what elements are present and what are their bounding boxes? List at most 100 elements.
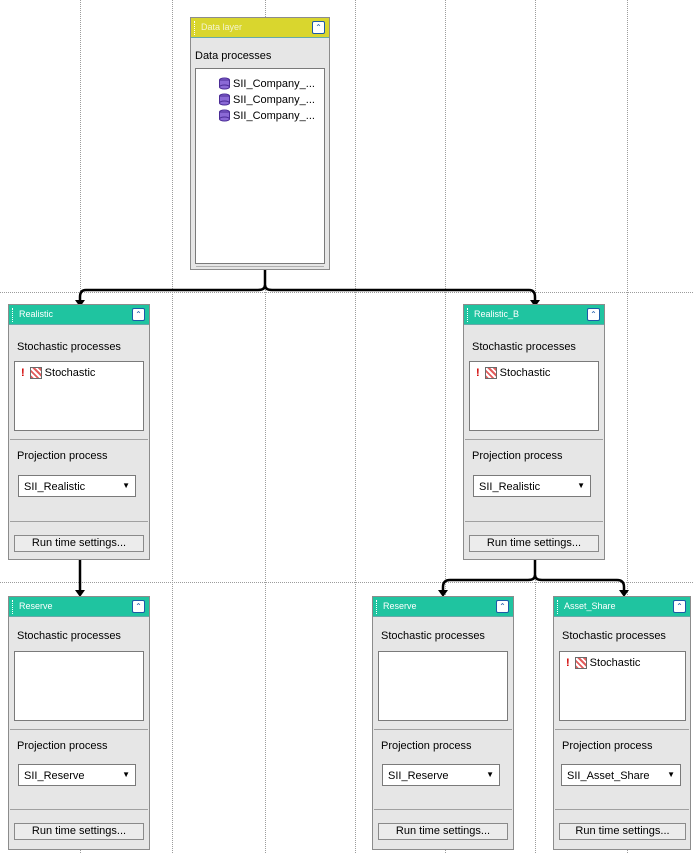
node-header[interactable]: Realistic_B ⌃ <box>464 305 604 325</box>
connector-realistic-b <box>263 284 537 304</box>
collapse-icon[interactable]: ⌃ <box>132 308 145 321</box>
collapse-icon[interactable]: ⌃ <box>673 600 686 613</box>
drag-handle-icon[interactable] <box>467 308 471 322</box>
divider <box>465 439 603 440</box>
divider <box>374 729 512 730</box>
select-value: SII_Realistic <box>24 481 86 493</box>
stochastic-processes-label: Stochastic processes <box>381 630 485 642</box>
select-value: SII_Reserve <box>388 770 449 782</box>
node-header[interactable]: Realistic ⌃ <box>9 305 149 325</box>
warning-icon: ! <box>476 367 480 379</box>
list-item-label: SII_Company_... <box>233 77 315 90</box>
list-item-label: Stochastic <box>589 657 641 669</box>
data-process-list[interactable]: SII_Company_... SII_Company_... SII_Comp… <box>195 68 325 264</box>
list-item[interactable]: ! Stochastic <box>21 367 95 379</box>
projection-process-select[interactable]: SII_Reserve ▼ <box>18 764 136 786</box>
stochastic-icon <box>484 367 497 379</box>
connector-realistic <box>78 270 267 304</box>
divider <box>10 521 148 522</box>
chevron-down-icon[interactable]: ▼ <box>667 770 675 779</box>
stochastic-processes-label: Stochastic processes <box>17 341 121 353</box>
projection-process-label: Projection process <box>17 450 108 462</box>
node-header[interactable]: Reserve ⌃ <box>9 597 149 617</box>
projection-process-select[interactable]: SII_Reserve ▼ <box>382 764 500 786</box>
chevron-down-icon[interactable]: ▼ <box>122 770 130 779</box>
collapse-icon[interactable]: ⌃ <box>587 308 600 321</box>
node-title: Reserve <box>383 601 417 611</box>
divider <box>465 521 603 522</box>
run-time-settings-button[interactable]: Run time settings... <box>469 535 599 552</box>
list-item-label: Stochastic <box>44 367 96 379</box>
projection-process-select[interactable]: SII_Realistic ▼ <box>18 475 136 497</box>
select-value: SII_Reserve <box>24 770 85 782</box>
list-item-label: SII_Company_... <box>233 93 315 106</box>
realistic-node[interactable]: Realistic ⌃ Stochastic processes ! Stoch… <box>8 304 150 560</box>
node-header[interactable]: Reserve ⌃ <box>373 597 513 617</box>
run-time-settings-button[interactable]: Run time settings... <box>14 535 144 552</box>
chevron-down-icon[interactable]: ▼ <box>122 481 130 490</box>
stochastic-processes-label: Stochastic processes <box>17 630 121 642</box>
divider <box>374 809 512 810</box>
list-item[interactable]: ! Stochastic <box>566 657 640 669</box>
divider <box>10 729 148 730</box>
stochastic-process-list[interactable] <box>14 651 144 721</box>
node-header[interactable]: Asset_Share ⌃ <box>554 597 690 617</box>
select-value: SII_Asset_Share <box>567 770 650 782</box>
chevron-down-icon[interactable]: ▼ <box>577 481 585 490</box>
reserve-right-node[interactable]: Reserve ⌃ Stochastic processes Projectio… <box>372 596 514 850</box>
stochastic-process-list[interactable]: ! Stochastic <box>14 361 144 431</box>
node-title: Asset_Share <box>564 601 616 611</box>
run-time-settings-button[interactable]: Run time settings... <box>559 823 686 840</box>
stochastic-process-list[interactable]: ! Stochastic <box>559 651 686 721</box>
database-icon <box>219 93 230 106</box>
projection-process-select[interactable]: SII_Asset_Share ▼ <box>561 764 681 786</box>
projection-process-label: Projection process <box>562 740 653 752</box>
projection-process-label: Projection process <box>472 450 563 462</box>
collapse-icon[interactable]: ⌃ <box>132 600 145 613</box>
divider <box>10 439 148 440</box>
projection-process-label: Projection process <box>381 740 472 752</box>
stochastic-processes-label: Stochastic processes <box>472 341 576 353</box>
list-item[interactable]: SII_Company_... <box>218 93 315 106</box>
divider <box>555 809 689 810</box>
resize-handle[interactable] <box>196 266 324 267</box>
section-label: Data processes <box>195 50 272 62</box>
projection-process-select[interactable]: SII_Realistic ▼ <box>473 475 591 497</box>
node-title: Realistic_B <box>474 309 520 319</box>
node-title: Reserve <box>19 601 53 611</box>
drag-handle-icon[interactable] <box>376 600 380 614</box>
database-icon <box>219 77 230 90</box>
database-icon <box>219 109 230 122</box>
warning-icon: ! <box>21 367 25 379</box>
stochastic-process-list[interactable] <box>378 651 508 721</box>
divider <box>10 809 148 810</box>
stochastic-process-list[interactable]: ! Stochastic <box>469 361 599 431</box>
asset-share-node[interactable]: Asset_Share ⌃ Stochastic processes ! Sto… <box>553 596 691 850</box>
collapse-icon[interactable]: ⌃ <box>496 600 509 613</box>
realistic-b-node[interactable]: Realistic_B ⌃ Stochastic processes ! Sto… <box>463 304 605 560</box>
list-item-label: SII_Company_... <box>233 109 315 122</box>
reserve-left-node[interactable]: Reserve ⌃ Stochastic processes Projectio… <box>8 596 150 850</box>
node-title: Realistic <box>19 309 54 319</box>
node-title: Data layer <box>201 22 243 32</box>
drag-handle-icon[interactable] <box>12 308 16 322</box>
drag-handle-icon[interactable] <box>557 600 561 614</box>
drag-handle-icon[interactable] <box>194 21 198 35</box>
data-layer-node[interactable]: Data layer ⌃ Data processes SII_Company_… <box>190 17 330 270</box>
list-item[interactable]: SII_Company_... <box>218 109 315 122</box>
node-header[interactable]: Data layer ⌃ <box>191 18 329 38</box>
collapse-icon[interactable]: ⌃ <box>312 21 325 34</box>
list-item-label: Stochastic <box>499 367 551 379</box>
select-value: SII_Realistic <box>479 481 541 493</box>
list-item[interactable]: SII_Company_... <box>218 77 315 90</box>
stochastic-icon <box>29 367 42 379</box>
warning-icon: ! <box>566 657 570 669</box>
stochastic-processes-label: Stochastic processes <box>562 630 666 642</box>
list-item[interactable]: ! Stochastic <box>476 367 550 379</box>
drag-handle-icon[interactable] <box>12 600 16 614</box>
chevron-down-icon[interactable]: ▼ <box>486 770 494 779</box>
run-time-settings-button[interactable]: Run time settings... <box>378 823 508 840</box>
projection-process-label: Projection process <box>17 740 108 752</box>
stochastic-icon <box>574 657 587 669</box>
run-time-settings-button[interactable]: Run time settings... <box>14 823 144 840</box>
